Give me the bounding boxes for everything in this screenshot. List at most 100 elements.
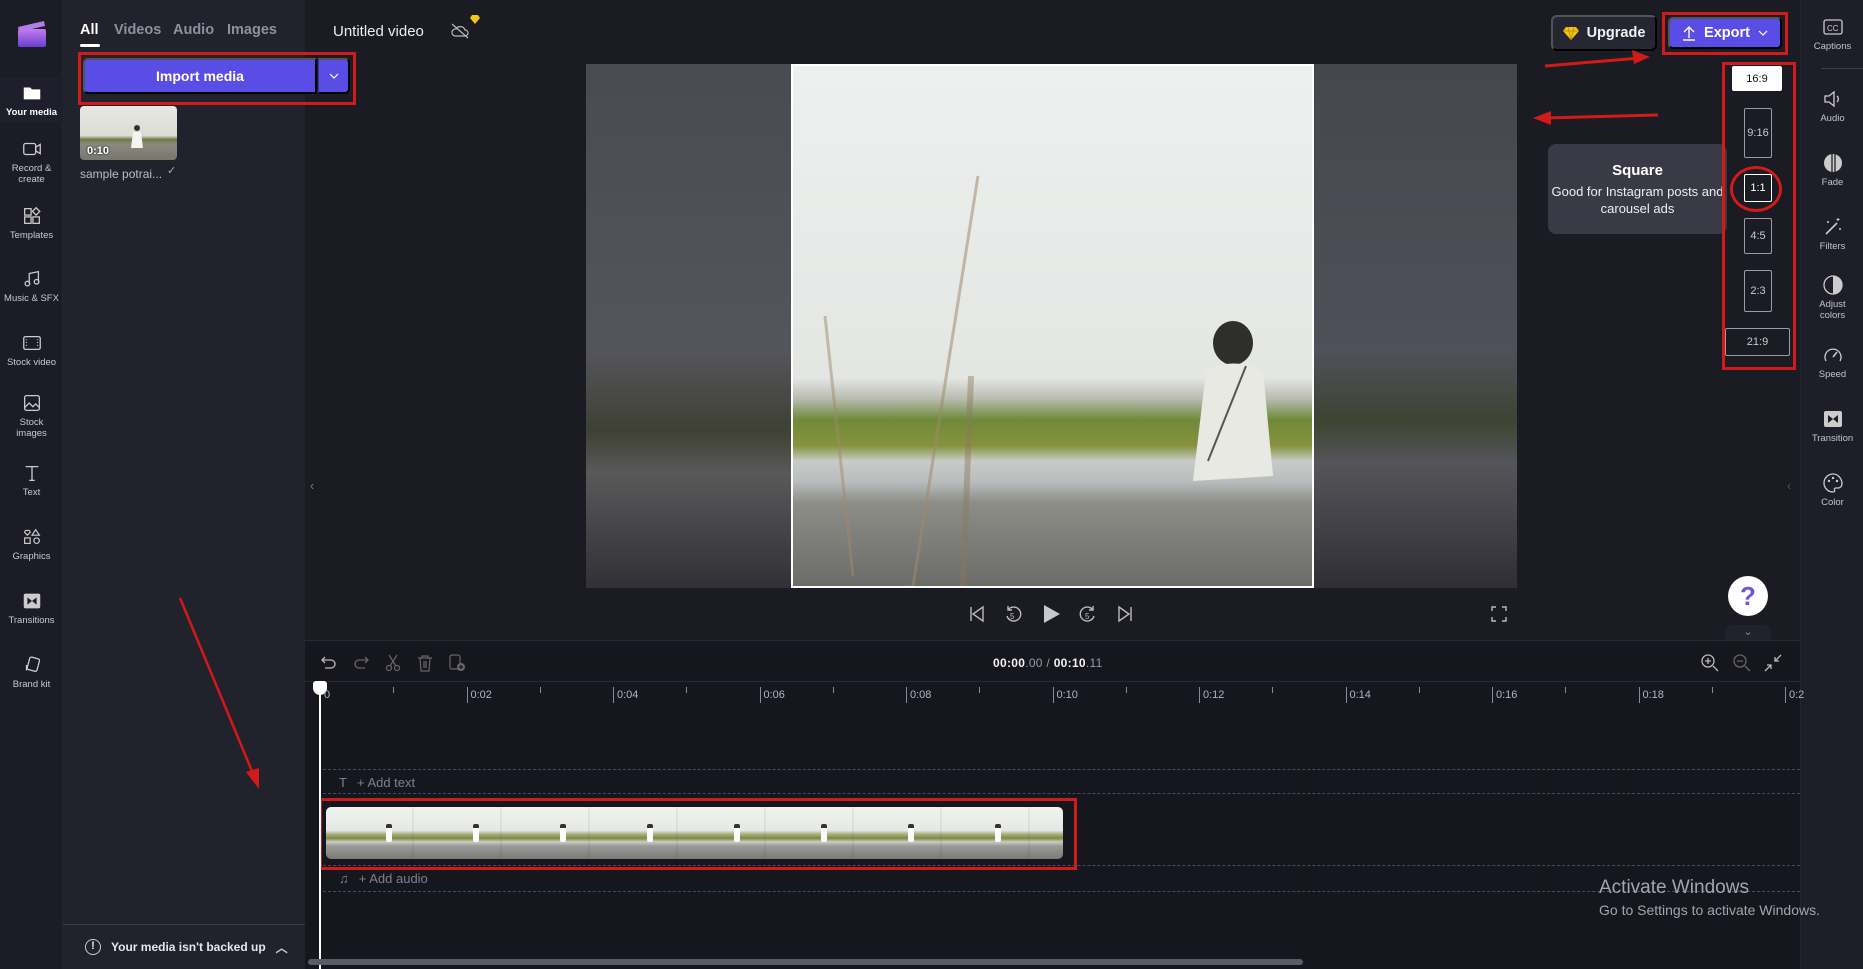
timecode-display: 00:00.00 / 00:10.11 [993,656,1103,670]
ruler-label: 0:2 [1789,689,1805,701]
ruler-label: 0:04 [617,689,639,701]
add-audio-track[interactable]: ♫ + Add audio [339,871,428,886]
video-frame[interactable] [791,64,1314,588]
check-icon: ✓ [167,165,177,177]
skip-back-icon[interactable] [966,603,988,625]
rn-audio[interactable]: Audio [1801,88,1863,124]
aspect-ratio-21-9[interactable]: 21:9 [1725,328,1790,356]
add-clip-icon[interactable] [447,653,467,673]
ruler-minor-tick [1565,687,1567,693]
delete-icon[interactable] [415,653,435,673]
rn-transition[interactable]: Transition [1801,408,1863,444]
rn-speed[interactable]: Speed [1801,344,1863,380]
ruler-label: 0:16 [1496,689,1518,701]
rn-captions[interactable]: CC Captions [1801,16,1863,52]
cloud-off-icon[interactable] [450,22,470,40]
rn-adjust-colors[interactable]: Adjust colors [1801,274,1863,321]
aspect-ratio-16-9[interactable]: 16:9 [1732,66,1782,91]
aspect-ratio-9-16[interactable]: 9:16 [1744,108,1772,158]
rn-fade[interactable]: Fade [1801,152,1863,188]
add-text-track[interactable]: T + Add text [339,775,415,790]
rewind-5-icon[interactable]: 5 [1002,603,1024,625]
backup-warning-bar[interactable]: ! Your media isn't backed up ︿ [63,924,305,969]
ruler-minor-tick [832,687,834,693]
redo-icon[interactable] [351,653,371,673]
playhead[interactable] [319,685,321,969]
chevron-up-icon: ︿ [275,940,288,955]
filmstrip-frame [647,824,653,842]
nav-record-create[interactable]: Record & create [0,138,63,185]
ruler-major-tick [759,687,761,703]
right-property-panel: CC Captions Audio Fade Filters Adjust co… [1800,0,1863,969]
timeline-horizontal-scrollbar[interactable] [308,959,1303,965]
nav-brand-kit[interactable]: Brand kit [0,654,63,690]
video-clip[interactable] [326,807,1063,859]
divider [1821,68,1863,69]
collapse-left-panel-button[interactable]: ‹ [306,460,318,510]
split-icon[interactable] [383,653,403,673]
brand-kit-icon [25,656,40,672]
filmstrip-frame [995,824,1001,842]
ruler-minor-tick [1272,687,1274,693]
collapse-right-panel-button[interactable]: ‹ [1783,460,1795,510]
shapes-icon [23,528,40,545]
zoom-out-icon[interactable] [1732,653,1752,673]
palette-icon [1822,473,1843,493]
import-media-button[interactable]: Import media [83,58,317,94]
nav-text[interactable]: Text [0,462,63,498]
filmstrip-frame [473,824,479,842]
undo-icon[interactable] [319,653,339,673]
ruler-major-tick [1638,687,1640,703]
speedometer-icon [1823,348,1842,362]
help-button[interactable]: ? [1728,576,1768,616]
ruler-major-tick [1492,687,1493,703]
templates-icon [23,206,41,224]
nav-templates[interactable]: Templates [0,205,63,241]
forward-5-icon[interactable]: 5 [1077,603,1099,625]
filmstrip-frame [386,824,392,842]
upgrade-button[interactable]: Upgrade [1551,15,1657,51]
upload-icon [1683,26,1696,41]
tab-audio[interactable]: Audio [173,22,214,38]
aspect-ratio-4-5[interactable]: 4:5 [1744,218,1772,254]
track-divider [323,769,1800,770]
ruler-minor-tick [979,687,981,693]
import-options-dropdown[interactable] [318,58,350,94]
zoom-in-icon[interactable] [1700,653,1720,673]
filmstrip-frame [908,824,914,842]
nav-music-sfx[interactable]: Music & SFX [0,268,63,304]
speaker-icon [1823,90,1839,108]
ruler-major-tick [906,687,907,703]
project-title[interactable]: Untitled video [333,23,424,40]
rn-color[interactable]: Color [1801,472,1863,508]
rn-filters[interactable]: Filters [1801,216,1863,252]
fit-to-screen-icon[interactable] [1763,653,1783,673]
text-icon: T [339,775,347,790]
tab-all[interactable]: All [80,22,99,38]
track-divider [323,865,1800,866]
ruler-label: 0:18 [1642,689,1664,701]
skip-forward-icon[interactable] [1114,603,1136,625]
nav-your-media[interactable]: Your media [0,78,63,122]
nav-stock-images[interactable]: Stock images [0,392,63,439]
ruler-minor-tick [393,687,395,693]
fullscreen-icon[interactable] [1488,603,1510,625]
tab-videos[interactable]: Videos [114,22,161,38]
svg-text:5: 5 [1085,612,1090,621]
app-logo-icon[interactable] [16,18,48,48]
camera-icon [22,142,41,156]
export-button[interactable]: Export [1668,17,1782,49]
tooltip-title: Square [1612,162,1663,179]
media-item-thumbnail[interactable]: 0:10 [80,106,177,160]
nav-graphics[interactable]: Graphics [0,526,63,562]
info-warning-icon: ! [85,939,101,955]
play-icon[interactable] [1040,603,1062,625]
nav-transitions[interactable]: Transitions [0,590,63,626]
video-preview-canvas[interactable] [586,64,1517,588]
tab-images[interactable]: Images [227,22,277,38]
aspect-ratio-2-3[interactable]: 2:3 [1744,270,1772,312]
film-icon [22,335,41,351]
nav-stock-video[interactable]: Stock video [0,332,63,368]
blurred-background-right [1314,64,1517,588]
ruler-major-tick [1785,687,1786,703]
